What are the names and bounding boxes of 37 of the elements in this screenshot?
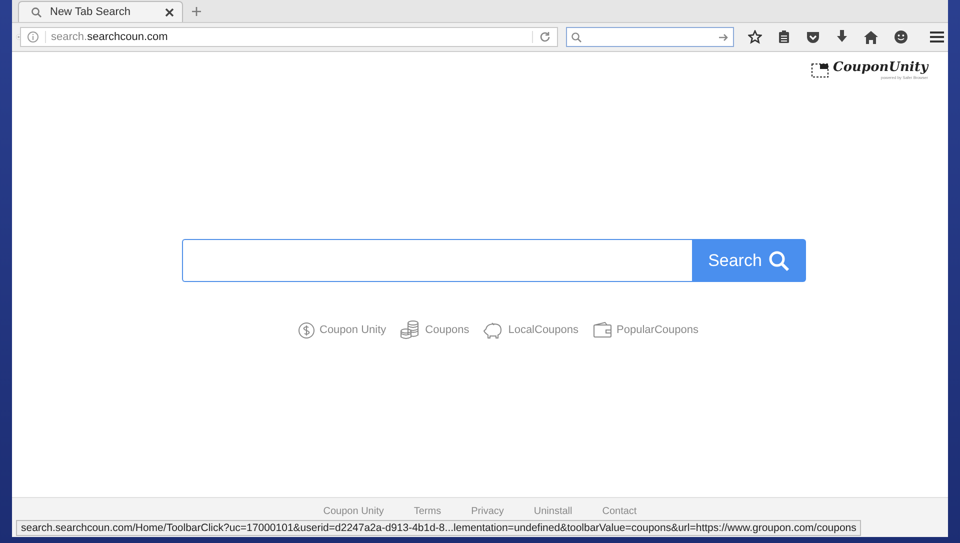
menu-icon[interactable] [930,31,944,43]
arrow-icon[interactable] [718,32,729,42]
search-icon [31,6,42,18]
search-icon [571,32,582,42]
home-icon[interactable] [864,30,878,44]
quick-link[interactable]: Coupons [400,320,470,340]
url-text: search.searchcoun.com [45,31,526,43]
wallet-icon [592,322,612,338]
pocket-icon[interactable] [806,30,820,44]
logo-text: CouponUnity [833,61,928,75]
browser-tab[interactable]: New Tab Search [18,1,183,22]
footer-link[interactable]: Contact [602,506,637,518]
coins-icon [400,320,420,340]
smiley-icon[interactable] [894,30,908,44]
search-field[interactable] [566,27,734,47]
search-input[interactable] [182,239,692,282]
info-icon[interactable] [27,31,39,43]
dollar-icon [298,322,314,338]
footer-link[interactable]: Coupon Unity [323,506,384,518]
star-icon[interactable] [748,30,762,44]
reload-icon[interactable] [532,31,551,43]
status-bar: search.searchcoun.com/Home/ToolbarClick?uc=17000101&userid=d2247a2a-d913-4b1d-8...lementation=undefined&toolbarValue=coupons&url=https://www.groupon.com/coupons [16,520,862,536]
quick-link[interactable]: PopularCoupons [592,320,698,340]
footer-link[interactable]: Privacy [471,506,504,518]
new-tab-icon[interactable] [191,6,202,17]
search-button[interactable]: Search [692,239,806,282]
footer-link[interactable]: Terms [414,506,442,518]
download-icon[interactable] [836,30,848,44]
clipboard-icon[interactable] [778,30,790,44]
close-icon[interactable] [165,8,174,16]
search-icon [768,250,790,272]
quick-link[interactable]: LocalCoupons [483,320,579,340]
address-field[interactable]: search.searchcoun.com [20,27,558,47]
quick-link[interactable]: Coupon Unity [298,320,386,340]
footer-link[interactable]: Uninstall [534,506,572,518]
piggy-bank-icon [483,322,504,338]
logo-icon [811,63,830,78]
